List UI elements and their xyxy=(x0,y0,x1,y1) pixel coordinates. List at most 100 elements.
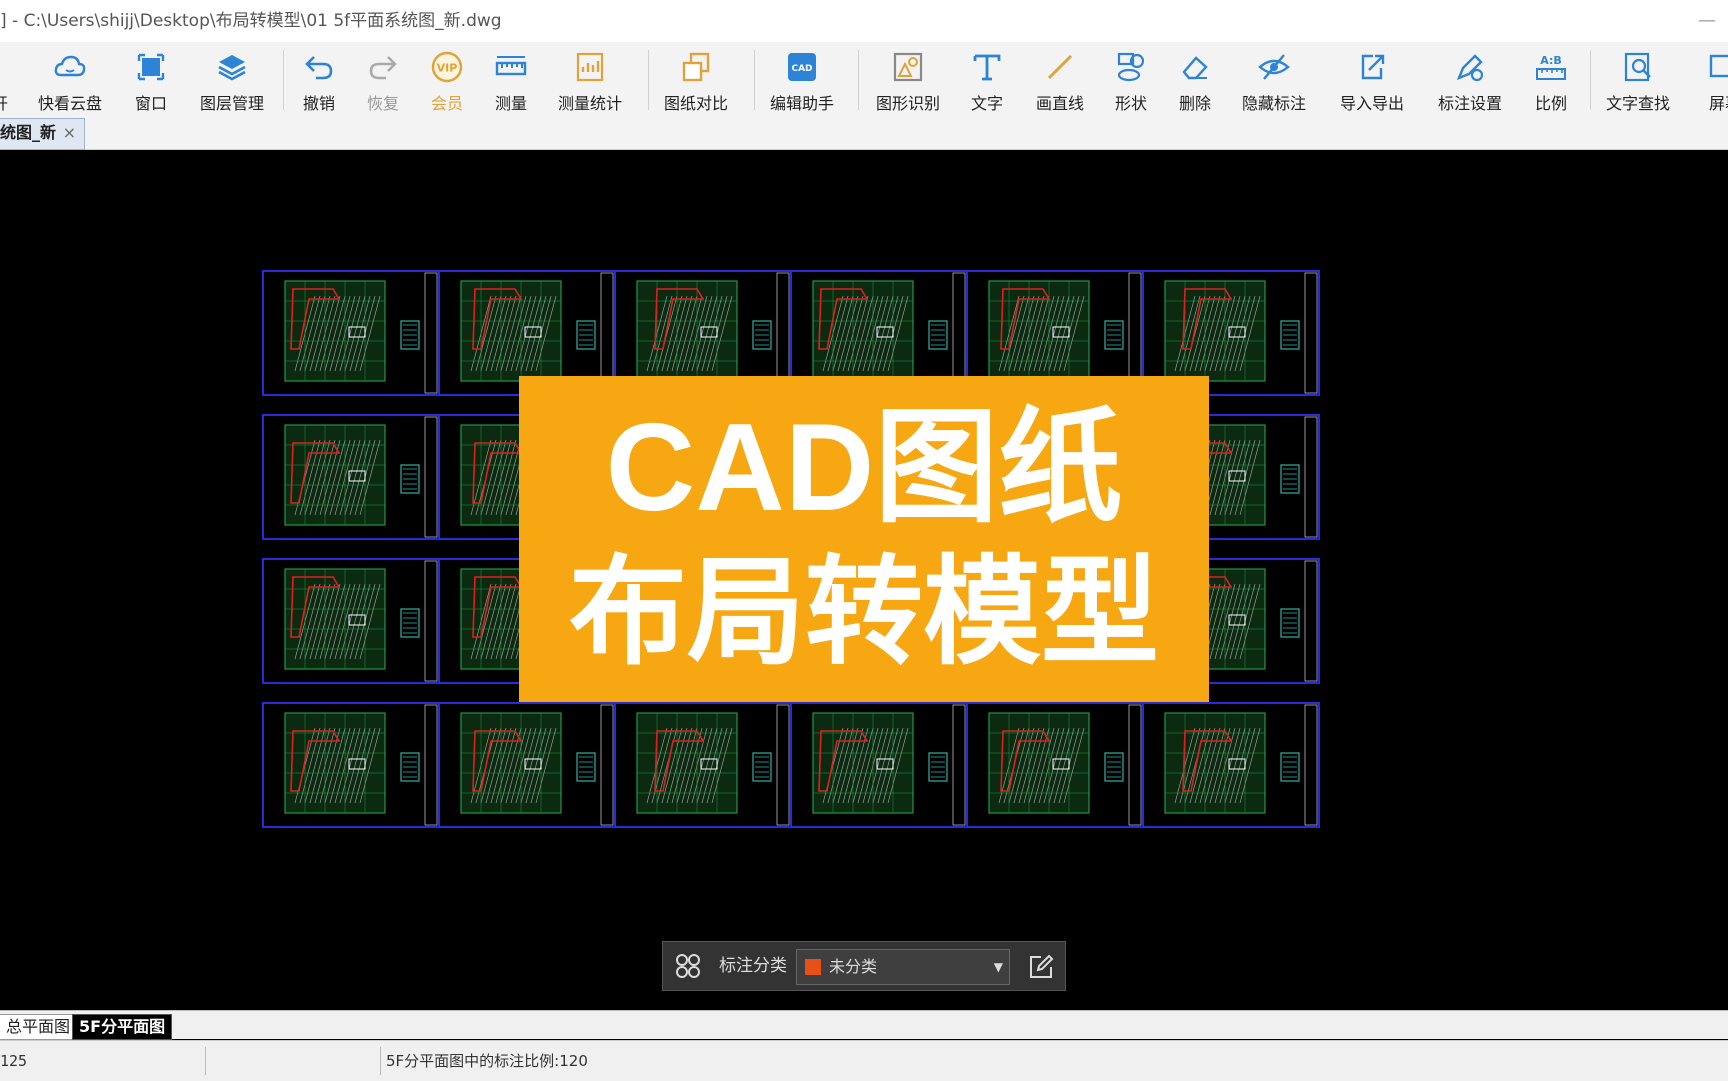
shape-recognize-button[interactable]: 图形识别 xyxy=(870,46,946,114)
shape-recognize-label: 图形识别 xyxy=(875,94,940,113)
text-button[interactable]: 文字 xyxy=(964,46,1010,114)
layers-icon xyxy=(218,55,246,81)
text-search-button[interactable]: 文字查找 xyxy=(1600,46,1676,114)
close-tab-icon[interactable]: × xyxy=(63,119,76,147)
cloud-icon xyxy=(54,55,86,77)
undo-label: 撤销 xyxy=(302,94,335,113)
scale-button[interactable]: A:B 比例 xyxy=(1528,46,1574,114)
annotation-settings-button[interactable]: 标注设置 xyxy=(1432,46,1508,114)
vip-label: 会员 xyxy=(430,94,463,113)
dropdown-arrow-icon[interactable]: ▼ xyxy=(994,950,1003,984)
annotation-category-bar: 标注分类 未分类 ▼ xyxy=(662,941,1066,991)
annotation-category-label: 标注分类 xyxy=(719,956,787,976)
hide-annotation-label: 隐藏标注 xyxy=(1241,94,1306,113)
hide-eye-icon xyxy=(1258,54,1290,80)
import-export-label: 导入导出 xyxy=(1339,94,1404,113)
layer-manager-button[interactable]: 图层管理 xyxy=(194,46,270,114)
layout-sheet-thumbnail xyxy=(262,270,440,396)
open-label: 开 xyxy=(0,90,10,114)
status-divider xyxy=(380,1047,381,1075)
open-button[interactable]: 开 xyxy=(0,46,10,114)
redo-button[interactable]: 恢复 xyxy=(360,46,406,114)
measure-button[interactable]: 测量 xyxy=(488,46,534,114)
ruler-icon xyxy=(495,56,527,76)
cloud-drive-label: 快看云盘 xyxy=(37,94,102,113)
status-bar: 125 5F分平面图中的标注比例:120 xyxy=(0,1040,1728,1081)
document-tab-strip: 统图_新 × xyxy=(0,118,1728,150)
shapes-icon xyxy=(1117,52,1145,82)
layer-manager-label: 图层管理 xyxy=(199,94,264,113)
layout-sheet-thumbnail xyxy=(262,702,440,828)
undo-button[interactable]: 撤销 xyxy=(296,46,342,114)
annotation-category-select[interactable]: 未分类 ▼ xyxy=(796,949,1010,985)
eraser-icon xyxy=(1182,56,1208,80)
screen-label: 屏幕 xyxy=(1708,94,1728,113)
measure-label: 测量 xyxy=(494,94,527,113)
draw-line-button[interactable]: 画直线 xyxy=(1030,46,1090,114)
layout-sheet-thumbnail xyxy=(614,702,792,828)
delete-button[interactable]: 删除 xyxy=(1172,46,1218,114)
text-icon xyxy=(973,54,1001,81)
layout-tab-bar: 总平面图 5F分平面图 xyxy=(0,1010,1728,1040)
category-color-swatch xyxy=(805,959,821,975)
shapes-label: 形状 xyxy=(1114,94,1147,113)
shape-recognize-icon xyxy=(893,52,923,82)
layout-tab-general-plan[interactable]: 总平面图 xyxy=(0,1014,78,1040)
document-tab[interactable]: 统图_新 × xyxy=(0,118,85,150)
window-label: 窗口 xyxy=(134,94,167,113)
open-icon xyxy=(0,50,24,84)
redo-icon xyxy=(369,56,397,80)
measure-stats-button[interactable]: 测量统计 xyxy=(552,46,628,114)
shapes-button[interactable]: 形状 xyxy=(1108,46,1154,114)
toolbar-divider xyxy=(754,50,755,110)
delete-label: 删除 xyxy=(1178,94,1211,113)
hide-annotation-button[interactable]: 隐藏标注 xyxy=(1236,46,1312,114)
edit-assistant-label: 编辑助手 xyxy=(769,94,834,113)
title-bar: ] - C:\Users\shijj\Desktop\布局转模型\01 5f平面… xyxy=(0,0,1728,42)
drawing-compare-label: 图纸对比 xyxy=(663,94,728,113)
grid-icon[interactable] xyxy=(675,953,701,979)
toolbar-divider xyxy=(648,50,649,110)
banner-line-1: CAD图纸 xyxy=(605,399,1123,537)
import-export-icon xyxy=(1361,54,1385,80)
edit-icon[interactable] xyxy=(1027,953,1055,981)
cad-edit-icon: CAD xyxy=(788,53,816,81)
layout-sheet-thumbnail xyxy=(438,702,616,828)
vip-icon: VIP xyxy=(431,51,463,83)
screen-icon xyxy=(1709,54,1728,78)
edit-assistant-button[interactable]: CAD 编辑助手 xyxy=(764,46,840,114)
banner-line-2: 布局转模型 xyxy=(568,543,1159,681)
layout-tab-5f-plan[interactable]: 5F分平面图 xyxy=(72,1014,173,1040)
layout-sheet-thumbnail xyxy=(262,558,440,684)
title-banner: CAD图纸 布局转模型 xyxy=(519,376,1209,702)
layout-sheet-thumbnail xyxy=(790,702,968,828)
scale-label: 比例 xyxy=(1534,94,1567,113)
redo-label: 恢复 xyxy=(366,94,399,113)
toolbar-divider xyxy=(1590,50,1591,110)
cad-icon-text: CAD xyxy=(791,64,812,74)
vip-icon-text: VIP xyxy=(437,62,458,75)
draw-line-label: 画直线 xyxy=(1035,94,1084,113)
minimize-button[interactable]: — xyxy=(1698,0,1716,42)
category-selected-value: 未分类 xyxy=(829,957,878,976)
status-message: 5F分平面图中的标注比例:120 xyxy=(386,1052,588,1070)
scale-icon: A:B xyxy=(1536,54,1566,80)
window-button[interactable]: 窗口 xyxy=(126,46,176,114)
window-icon xyxy=(137,53,165,81)
status-coordinate: 125 xyxy=(0,1052,28,1070)
status-divider xyxy=(205,1047,206,1075)
text-search-label: 文字查找 xyxy=(1605,94,1670,113)
screen-button[interactable]: 屏幕 xyxy=(1702,46,1728,114)
compare-icon xyxy=(682,52,710,82)
layout-sheet-thumbnail xyxy=(262,414,440,540)
scale-icon-text: A:B xyxy=(1540,54,1562,67)
vip-button[interactable]: VIP 会员 xyxy=(424,46,470,114)
drawing-compare-button[interactable]: 图纸对比 xyxy=(658,46,734,114)
main-toolbar: 开 快看云盘 窗口 图层管理 撤销 恢复 VIP 会员 测量 测量统计 图纸对比 xyxy=(0,42,1728,118)
text-label: 文字 xyxy=(970,94,1003,113)
window-title: ] - C:\Users\shijj\Desktop\布局转模型\01 5f平面… xyxy=(0,11,502,31)
import-export-button[interactable]: 导入导出 xyxy=(1334,46,1410,114)
cloud-drive-button[interactable]: 快看云盘 xyxy=(32,46,108,114)
line-icon xyxy=(1047,54,1073,80)
measure-stats-label: 测量统计 xyxy=(557,94,622,113)
